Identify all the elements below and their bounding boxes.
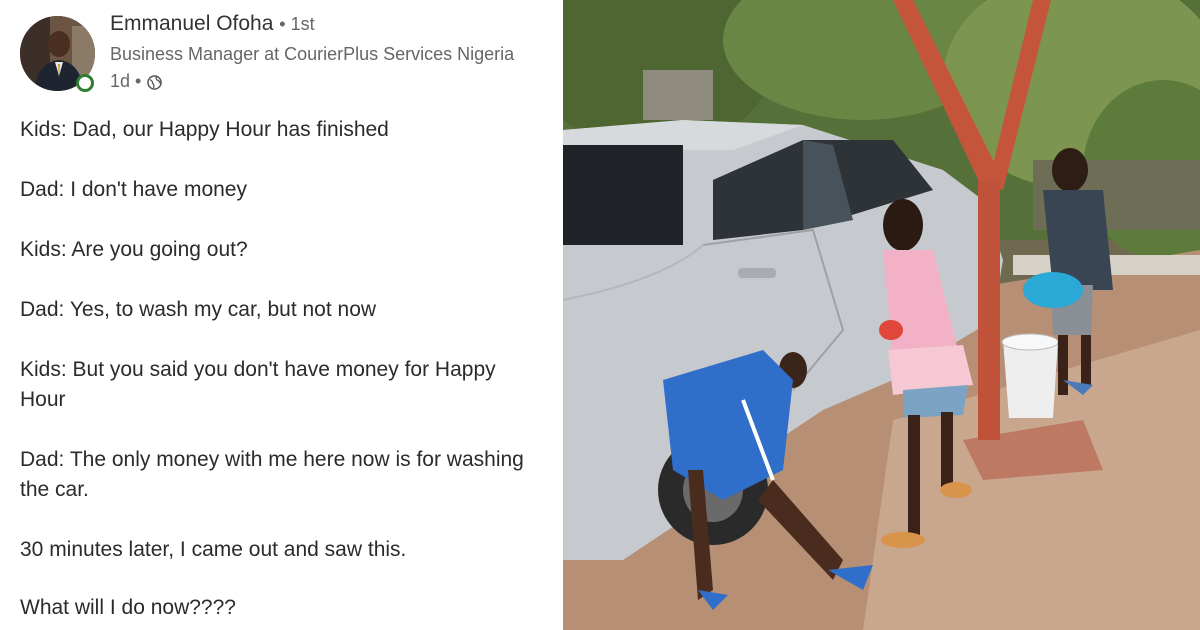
post-text-line: Kids: Are you going out? — [20, 238, 248, 261]
author-name-line[interactable]: Emmanuel Ofoha • 1st — [110, 12, 315, 36]
post-text-line: What will I do now???? — [20, 596, 236, 619]
author-name[interactable]: Emmanuel Ofoha — [110, 12, 273, 35]
post-time: 1d • — [110, 71, 142, 91]
post-text-line: Dad: I don't have money — [20, 178, 247, 201]
post-text-line: Kids: Dad, our Happy Hour has finished — [20, 118, 389, 141]
connection-degree: • 1st — [279, 14, 315, 34]
post-text-line: Kids: But you said you don't have money … — [20, 358, 496, 381]
post-text-line: 30 minutes later, I came out and saw thi… — [20, 538, 407, 561]
post-meta: 1d • — [110, 71, 163, 92]
post-panel: Emmanuel Ofoha • 1st Business Manager at… — [0, 0, 563, 630]
post-screenshot: Emmanuel Ofoha • 1st Business Manager at… — [0, 0, 1200, 630]
post-text-line: Hour — [20, 388, 66, 411]
post-text-line: the car. — [20, 478, 89, 501]
post-text-line: Dad: The only money with me here now is … — [20, 448, 524, 471]
author-headline: Business Manager at CourierPlus Services… — [110, 44, 515, 64]
post-text-line: Dad: Yes, to wash my car, but not now — [20, 298, 377, 321]
globe-icon — [147, 74, 163, 90]
online-status-dot — [76, 74, 94, 92]
post-photo[interactable] — [563, 0, 1200, 630]
